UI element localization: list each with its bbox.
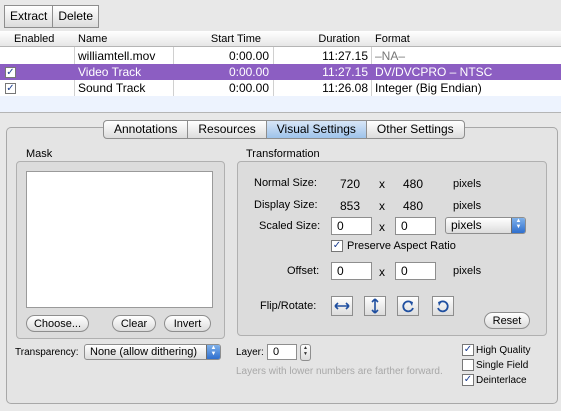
normal-size-label: Normal Size: [254,177,317,189]
preserve-aspect-checkbox[interactable]: ✓ [331,240,343,252]
times-sign: x [379,265,385,279]
track-name: Sound Track [78,81,146,95]
header-enabled[interactable]: Enabled [0,31,75,47]
single-field-checkbox[interactable] [462,359,474,371]
pixels-label: pixels [453,178,482,190]
rotate-right-icon [402,300,414,313]
tab-visual-settings[interactable]: Visual Settings [265,121,366,138]
track-start-time: 0:00.00 [228,49,269,63]
header-start-time[interactable]: Start Time [174,31,274,47]
rotate-right-button[interactable] [397,296,419,316]
track-name: williamtell.mov [78,49,156,63]
times-sign: x [379,220,385,234]
scaled-height-field[interactable]: 0 [395,217,436,235]
extract-button[interactable]: Extract [5,6,52,27]
pixels-label: pixels [453,265,482,277]
mask-image-well[interactable] [26,171,213,308]
high-quality-checkbox[interactable]: ✓ [462,344,474,356]
tab-resources[interactable]: Resources [187,121,265,138]
layer-label: Layer: [236,347,264,358]
layer-stepper[interactable]: ▲ ▼ [300,344,311,361]
times-sign: x [379,199,385,213]
tab-other-settings[interactable]: Other Settings [365,121,464,138]
clear-button[interactable]: Clear [112,315,156,332]
offset-x-field[interactable]: 0 [331,262,372,280]
popup-arrows-icon: ▲ ▼ [511,218,525,233]
track-table: Enabled Name Start Time Duration Format … [0,31,561,113]
transparency-popup[interactable]: None (allow dithering) ▲ ▼ [84,344,221,360]
units-popup-value: pixels [451,218,482,232]
deinterlace-label: Deinterlace [476,375,527,386]
track-format: DV/DVCPRO – NTSC [375,65,493,79]
enabled-checkbox[interactable]: ✓ [5,83,16,94]
header-name[interactable]: Name [75,31,174,47]
toolbar-button-group: Extract Delete [4,5,100,28]
scaled-size-label: Scaled Size: [259,220,321,232]
table-row[interactable]: ✓ Video Track 0:00.00 11:27.15 DV/DVCPRO… [0,64,561,80]
times-sign: x [379,177,385,191]
layer-hint: Layers with lower numbers are farther fo… [236,366,443,377]
transparency-label: Transparency: [15,347,79,358]
flip-horizontal-button[interactable] [331,296,353,316]
header-duration[interactable]: Duration [274,31,372,47]
enabled-checkbox[interactable]: ✓ [5,67,16,78]
preserve-aspect-label: Preserve Aspect Ratio [347,240,456,252]
flip-vertical-button[interactable] [364,296,386,316]
tab-annotations[interactable]: Annotations [104,121,187,138]
track-duration: 11:26.08 [322,81,368,95]
header-format[interactable]: Format [372,31,561,47]
deinterlace-checkbox[interactable]: ✓ [462,374,474,386]
rotate-left-icon [437,300,449,313]
transformation-title: Transformation [246,148,320,160]
table-row[interactable]: ✓ Sound Track 0:00.00 11:26.08 Integer (… [0,80,561,96]
tab-bar: Annotations Resources Visual Settings Ot… [103,120,465,139]
single-field-label: Single Field [476,360,529,371]
display-height: 480 [403,199,424,213]
delete-button[interactable]: Delete [52,6,98,27]
choose-button[interactable]: Choose... [26,315,89,332]
flip-rotate-label: Flip/Rotate: [260,300,317,312]
display-size-label: Display Size: [254,199,318,211]
pixels-label: pixels [453,200,482,212]
track-name: Video Track [78,65,142,79]
mask-title: Mask [26,148,53,160]
toolbar: Extract Delete [0,0,561,32]
track-format: –NA– [375,49,406,63]
transparency-value: None (allow dithering) [90,346,197,358]
rotate-left-button[interactable] [432,296,454,316]
high-quality-label: High Quality [476,345,531,356]
units-popup[interactable]: pixels ▲ ▼ [445,217,526,234]
track-duration: 11:27.15 [322,65,368,79]
track-format: Integer (Big Endian) [375,81,482,95]
normal-width: 720 [340,177,361,191]
table-row[interactable]: williamtell.mov 0:00.00 11:27.15 –NA– [0,48,561,64]
popup-arrows-icon: ▲ ▼ [206,345,220,359]
flip-vertical-icon [371,298,379,314]
display-width: 853 [340,199,361,213]
flip-horizontal-icon [334,302,350,310]
track-start-time: 0:00.00 [228,81,269,95]
normal-height: 480 [403,177,424,191]
scaled-width-field[interactable]: 0 [331,217,372,235]
reset-button[interactable]: Reset [484,312,530,329]
offset-label: Offset: [287,265,320,277]
track-duration: 11:27.15 [322,49,368,63]
table-row-empty [0,96,561,112]
invert-button[interactable]: Invert [164,315,211,332]
track-start-time: 0:00.00 [228,65,269,79]
layer-field[interactable]: 0 [267,344,297,360]
offset-y-field[interactable]: 0 [395,262,436,280]
